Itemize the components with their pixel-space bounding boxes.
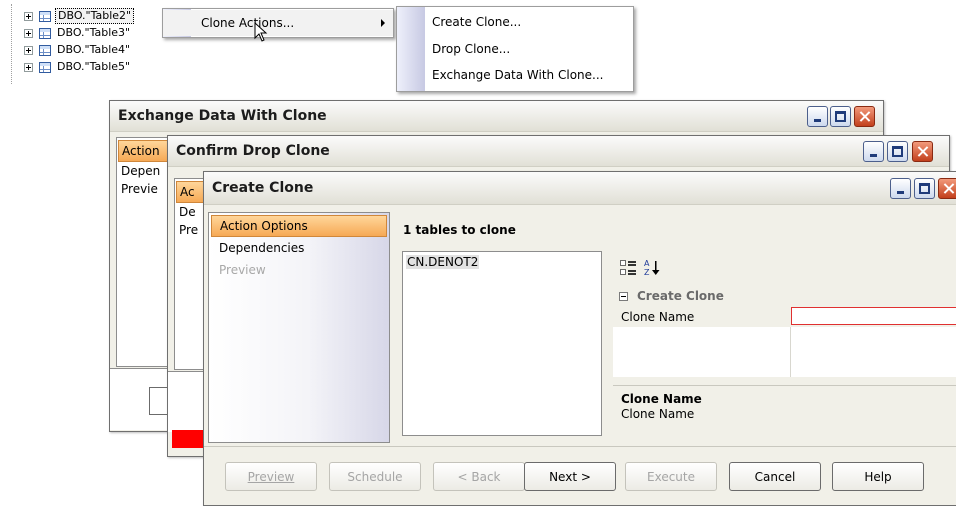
back-button[interactable]: < Back bbox=[433, 462, 525, 491]
menu-item-drop-clone[interactable]: Drop Clone... bbox=[397, 36, 633, 62]
button-label: Preview bbox=[247, 469, 295, 484]
nav-panel: Action Options Dependencies Preview bbox=[208, 212, 390, 443]
table-icon bbox=[39, 61, 51, 73]
table-list-item[interactable]: CN.DENOT2 bbox=[406, 255, 480, 269]
expand-icon[interactable] bbox=[24, 28, 33, 38]
window-title: Exchange Data With Clone bbox=[118, 108, 327, 124]
property-category-label: Create Clone bbox=[637, 289, 724, 303]
button-label: Schedule bbox=[347, 469, 403, 484]
tree-connector bbox=[11, 4, 12, 84]
menu-item-label: Exchange Data With Clone... bbox=[432, 68, 604, 82]
nav-item-dependencies[interactable]: Depen bbox=[118, 162, 174, 180]
button-label: Help bbox=[864, 469, 892, 484]
tree-item-table5[interactable]: DBO."Table5" bbox=[24, 59, 132, 75]
window-title: Create Clone bbox=[212, 180, 314, 196]
clone-name-input[interactable] bbox=[791, 307, 956, 325]
property-row-clone-name[interactable]: Clone Name bbox=[613, 307, 956, 327]
property-splitter[interactable] bbox=[613, 377, 956, 385]
menu-item-create-clone[interactable]: Create Clone... bbox=[397, 9, 633, 35]
description-text: Clone Name bbox=[621, 407, 695, 421]
clone-actions-submenu: Create Clone... Drop Clone... Exchange D… bbox=[396, 6, 634, 92]
cancel-button[interactable]: Cancel bbox=[729, 462, 821, 491]
button-label: < Back bbox=[457, 469, 501, 484]
tree-item-table2[interactable]: DBO."Table2" bbox=[24, 8, 135, 24]
categorized-view-icon[interactable] bbox=[619, 259, 637, 277]
property-category-row[interactable]: Create Clone bbox=[613, 288, 956, 306]
schedule-button[interactable]: Schedule bbox=[329, 462, 421, 491]
tree-item-label[interactable]: DBO."Table2" bbox=[55, 8, 135, 24]
nav-item-action[interactable]: Action bbox=[118, 140, 174, 162]
context-menu: Clone Actions... bbox=[162, 8, 394, 38]
tree-item-table4[interactable]: DBO."Table4" bbox=[24, 42, 132, 58]
maximize-button[interactable] bbox=[830, 106, 851, 127]
close-button[interactable] bbox=[854, 106, 875, 127]
table-icon bbox=[39, 27, 51, 39]
window-titlebar[interactable]: Exchange Data With Clone bbox=[110, 101, 883, 132]
minimize-button[interactable] bbox=[890, 178, 911, 199]
execute-button[interactable]: Execute bbox=[625, 462, 717, 491]
menu-item-label: Create Clone... bbox=[432, 15, 522, 29]
next-button[interactable]: Next > bbox=[524, 462, 616, 491]
maximize-button[interactable] bbox=[914, 178, 935, 199]
table-icon bbox=[39, 44, 51, 56]
nav-item-preview: Preview bbox=[219, 263, 266, 277]
maximize-button[interactable] bbox=[887, 141, 908, 162]
button-label: Cancel bbox=[754, 469, 796, 484]
tree-item-label[interactable]: DBO."Table4" bbox=[55, 43, 132, 57]
create-clone-window: Create Clone Action Options Dependencies… bbox=[203, 171, 956, 506]
property-toolbar: A Z bbox=[613, 251, 956, 289]
table-list[interactable]: CN.DENOT2 bbox=[402, 251, 602, 436]
minimize-button[interactable] bbox=[807, 106, 828, 127]
expand-icon[interactable] bbox=[24, 62, 33, 72]
expand-icon[interactable] bbox=[24, 45, 33, 55]
property-empty-area bbox=[613, 327, 956, 377]
help-button[interactable]: Help bbox=[832, 462, 924, 491]
close-button[interactable] bbox=[938, 178, 956, 199]
mouse-cursor-icon bbox=[254, 22, 268, 42]
menu-item-label: Drop Clone... bbox=[432, 42, 511, 56]
window-title: Confirm Drop Clone bbox=[176, 143, 330, 159]
nav-item-dependencies[interactable]: Dependencies bbox=[211, 238, 388, 258]
menu-item-label: Clone Actions... bbox=[201, 16, 295, 30]
close-button[interactable] bbox=[912, 141, 933, 162]
window-titlebar[interactable]: Confirm Drop Clone bbox=[168, 136, 949, 167]
collapse-icon[interactable] bbox=[619, 292, 628, 301]
expand-icon[interactable] bbox=[24, 11, 33, 21]
minimize-button[interactable] bbox=[863, 141, 884, 162]
preview-button[interactable]: Preview bbox=[225, 462, 317, 491]
menu-item-exchange-data[interactable]: Exchange Data With Clone... bbox=[397, 62, 633, 88]
submenu-arrow-icon bbox=[381, 19, 385, 27]
nav-item-action-options[interactable]: Action Options bbox=[211, 215, 387, 237]
window-titlebar[interactable]: Create Clone bbox=[204, 172, 956, 205]
footer-area bbox=[168, 371, 204, 432]
property-name: Clone Name bbox=[621, 310, 695, 324]
menu-item-clone-actions[interactable]: Clone Actions... bbox=[163, 10, 393, 36]
tree-item-label[interactable]: DBO."Table5" bbox=[55, 60, 132, 74]
tree-item-label[interactable]: DBO."Table3" bbox=[55, 26, 132, 40]
description-title: Clone Name bbox=[621, 392, 702, 406]
nav-item-preview[interactable]: Previe bbox=[118, 180, 174, 198]
property-description: Clone Name Clone Name bbox=[613, 385, 956, 436]
svg-text:Z: Z bbox=[644, 268, 650, 277]
svg-text:A: A bbox=[644, 259, 650, 268]
tree-item-table3[interactable]: DBO."Table3" bbox=[24, 25, 132, 41]
sort-alphabetical-icon[interactable]: A Z bbox=[643, 259, 661, 277]
wizard-footer: Preview Schedule < Back Next > Execute C… bbox=[204, 446, 956, 505]
button-label: Next > bbox=[549, 469, 591, 484]
table-icon bbox=[39, 10, 51, 22]
button-label: Execute bbox=[647, 469, 695, 484]
tables-heading: 1 tables to clone bbox=[403, 223, 516, 237]
property-grid: A Z Create Clone Clone Name Clone Name C… bbox=[613, 251, 956, 438]
